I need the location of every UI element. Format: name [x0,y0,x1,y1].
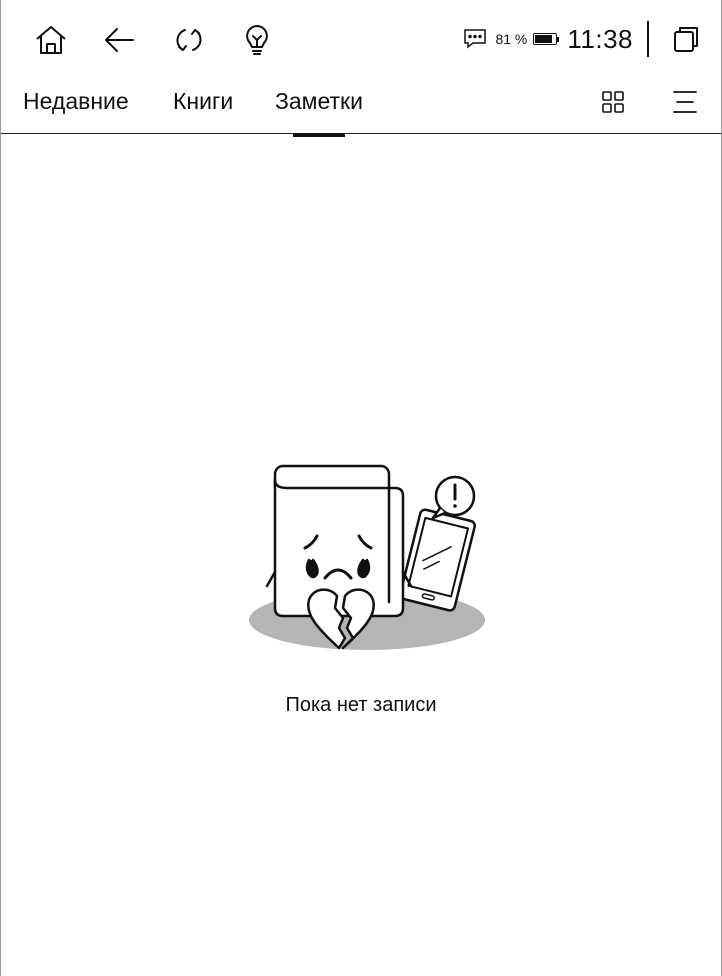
message-icon [463,28,487,50]
empty-state-message: Пока нет записи [285,694,437,716]
grid-view-icon[interactable] [597,86,629,118]
menu-icon[interactable] [669,86,701,118]
screen: 81 % 11:38 Недавние Книги Заметки Пока н… [0,0,722,976]
sad-broken-heart-book-icon [247,462,487,652]
recent-apps-icon[interactable] [671,24,701,54]
tab-recent[interactable]: Недавние [23,86,129,116]
back-icon[interactable] [99,20,139,60]
refresh-icon[interactable] [169,20,209,60]
tab-notes[interactable]: Заметки [275,86,363,137]
status-divider [647,21,649,57]
tab-bar: Недавние Книги Заметки [1,78,721,137]
lightbulb-icon[interactable] [237,20,277,60]
tab-books[interactable]: Книги [173,86,233,116]
battery-icon [533,33,560,45]
status-bar: 81 % 11:38 [1,0,721,78]
battery-percent: 81 % [495,31,528,47]
clock: 11:38 [567,23,633,54]
home-icon[interactable] [31,20,71,60]
battery-level-fill [535,35,552,43]
